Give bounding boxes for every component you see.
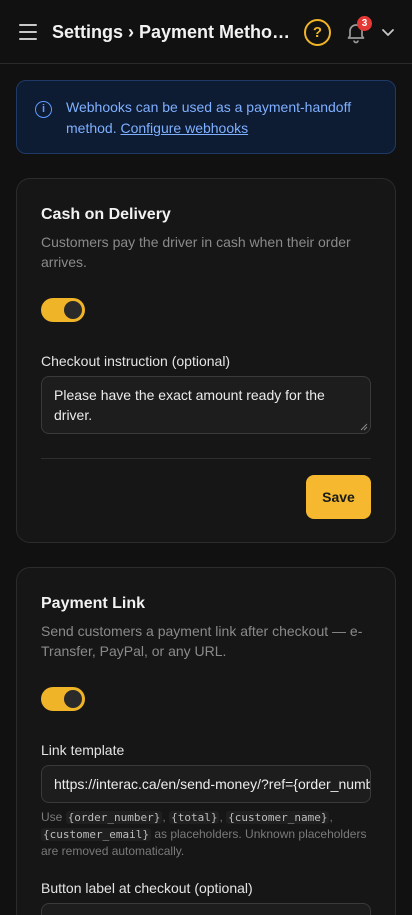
save-button[interactable]: Save xyxy=(306,475,371,519)
payment-link-card: Payment Link Send customers a payment li… xyxy=(16,567,396,915)
placeholder-help-text: Use {order_number}, {total}, {customer_n… xyxy=(41,810,367,858)
webhooks-info-banner: i Webhooks can be used as a payment-hand… xyxy=(16,80,396,154)
checkout-instruction-field[interactable]: Please have the exact amount ready for t… xyxy=(41,376,371,434)
banner-text: Webhooks can be used as a payment-handof… xyxy=(66,97,386,139)
chevron-down-icon[interactable] xyxy=(378,22,398,42)
page-title: Settings › Payment Methods xyxy=(52,22,292,42)
checkout-instruction-value: Please have the exact amount ready for t… xyxy=(54,387,325,423)
help-prefix: Use xyxy=(41,810,63,824)
configure-webhooks-link[interactable]: Configure webhooks xyxy=(120,120,248,136)
payment-link-description: Send customers a payment link after chec… xyxy=(41,623,363,659)
notification-badge: 3 xyxy=(357,16,372,31)
info-icon: i xyxy=(35,101,52,118)
placeholder-customer-email: {customer_email} xyxy=(41,828,151,841)
placeholder-order-number: {order_number} xyxy=(65,811,163,824)
help-icon[interactable]: ? xyxy=(304,19,331,46)
button-label-label: Button label at checkout (optional) xyxy=(41,880,253,896)
cash-on-delivery-toggle[interactable] xyxy=(41,298,85,322)
cash-on-delivery-card: Cash on Delivery Customers pay the drive… xyxy=(16,178,396,543)
toggle-knob xyxy=(64,301,82,319)
toggle-knob xyxy=(64,690,82,708)
resize-handle-icon[interactable] xyxy=(360,423,368,431)
top-bar: Settings › Payment Methods ? 3 xyxy=(0,0,412,64)
placeholder-total: {total} xyxy=(169,811,220,824)
cash-on-delivery-description: Customers pay the driver in cash when th… xyxy=(41,234,351,270)
link-template-label: Link template xyxy=(41,742,125,758)
checkout-instruction-label: Checkout instruction (optional) xyxy=(41,353,231,369)
placeholder-customer-name: {customer_name} xyxy=(226,811,330,824)
menu-icon[interactable] xyxy=(16,20,40,44)
link-template-input[interactable]: https://interac.ca/en/send-money/?ref={o… xyxy=(41,765,371,803)
card-divider xyxy=(41,458,371,459)
payment-link-toggle[interactable] xyxy=(41,687,85,711)
payment-link-title: Payment Link xyxy=(41,595,146,612)
cash-on-delivery-title: Cash on Delivery xyxy=(41,206,171,223)
button-label-input[interactable] xyxy=(41,903,371,915)
